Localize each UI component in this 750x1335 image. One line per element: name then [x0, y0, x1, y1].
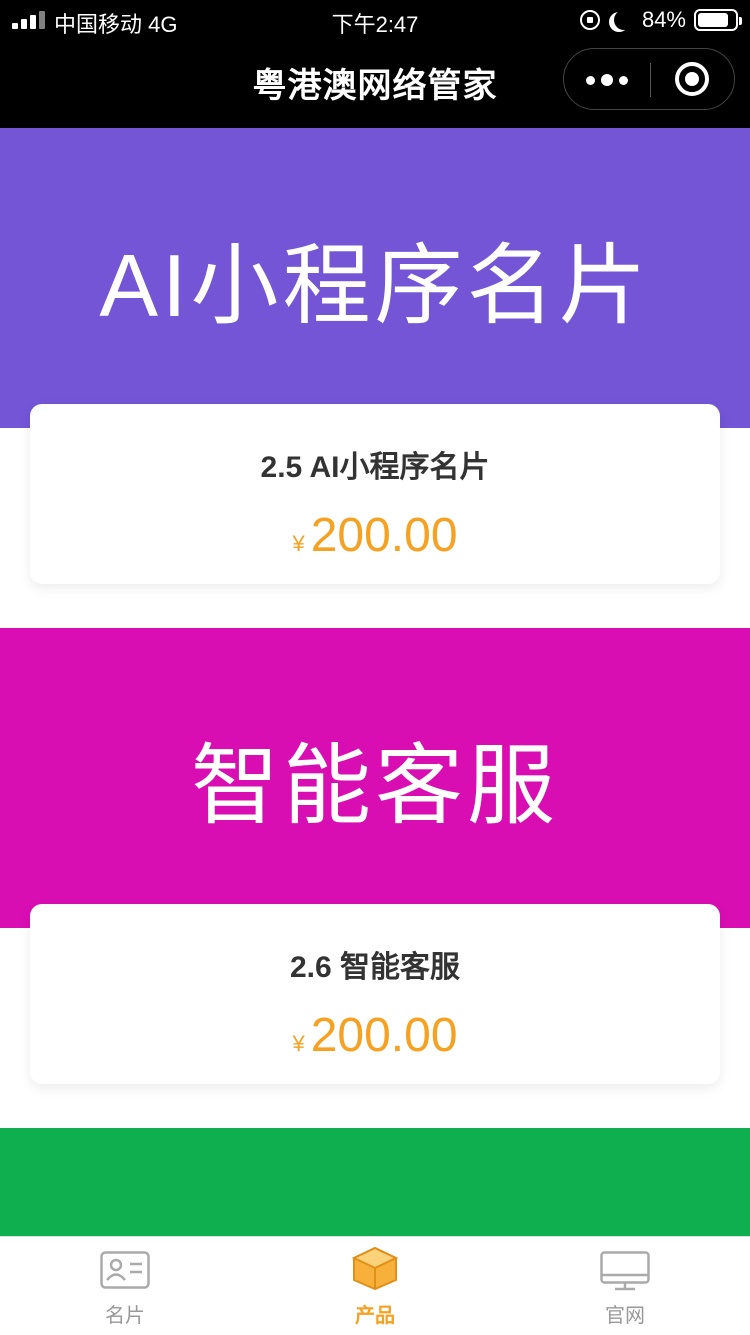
product-card[interactable]: 2.6 智能客服 ¥200.00: [30, 904, 720, 1084]
tab-label: 名片: [105, 1305, 145, 1327]
product-banner[interactable]: AI小程序名片: [0, 128, 750, 428]
product-banner[interactable]: 智能客服: [0, 628, 750, 928]
tab-label: 官网: [605, 1305, 645, 1327]
tab-bar: 名片 产品 官网: [0, 1236, 750, 1335]
mini-program-capsule: [563, 48, 735, 110]
product-item[interactable]: 智能客服 2.6 智能客服 ¥200.00: [0, 628, 750, 1128]
price-amount: 200.00: [310, 509, 458, 562]
product-list[interactable]: AI小程序名片 2.5 AI小程序名片 ¥200.00 智能客服 2.6 智能客…: [0, 128, 750, 1236]
do-not-disturb-icon: [614, 10, 634, 30]
price-amount: 200.00: [310, 1009, 458, 1062]
product-card[interactable]: 2.5 AI小程序名片 ¥200.00: [30, 404, 720, 584]
close-mini-program-button[interactable]: [675, 62, 709, 96]
product-banner-next[interactable]: [0, 1128, 750, 1236]
product-price: ¥200.00: [30, 508, 720, 563]
tab-card[interactable]: 名片: [0, 1237, 250, 1335]
monitor-icon: [600, 1251, 650, 1291]
tab-label: 产品: [355, 1305, 395, 1327]
battery-icon: [694, 9, 742, 31]
capsule-divider: [650, 63, 651, 97]
product-title: 2.5 AI小程序名片: [260, 451, 490, 484]
contact-card-icon: [100, 1251, 150, 1289]
product-title: 2.6 智能客服: [289, 951, 461, 984]
product-item[interactable]: AI小程序名片 2.5 AI小程序名片 ¥200.00: [0, 128, 750, 628]
battery-percent: 84%: [641, 7, 686, 32]
more-dots-icon: [586, 75, 595, 85]
tab-website[interactable]: 官网: [500, 1237, 750, 1335]
currency-symbol: ¥: [292, 531, 305, 556]
tab-products[interactable]: 产品: [250, 1237, 500, 1335]
orientation-lock-icon: [579, 10, 600, 30]
product-price: ¥200.00: [30, 1008, 720, 1063]
product-box-icon: [351, 1246, 399, 1291]
currency-symbol: ¥: [292, 1031, 305, 1056]
more-menu-button[interactable]: [564, 49, 650, 111]
status-bar: 中国移动 4G 下午2:47 84%: [0, 0, 750, 40]
top-bar: 中国移动 4G 下午2:47 84% 粤港澳网络管家: [0, 0, 750, 128]
